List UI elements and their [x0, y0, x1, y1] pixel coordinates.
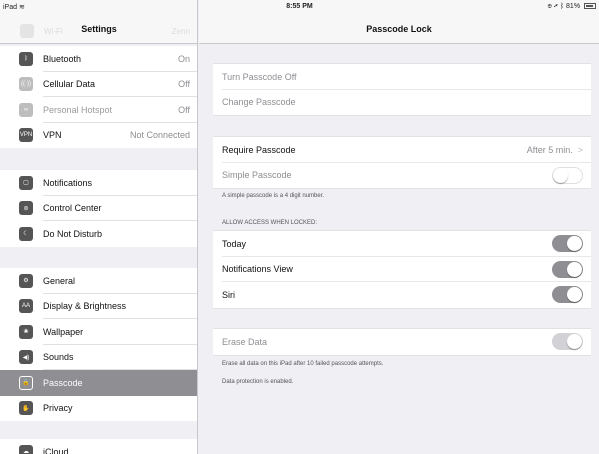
sidebar-group-notifications: ▢ Notifications ⊜ Control Center ☾ Do Not Dis… [0, 170, 197, 247]
turn-passcode-off-row[interactable]: Turn Passcode Off [213, 64, 591, 90]
sidebar-item-icloud[interactable]: ☁ iCloud [0, 439, 197, 454]
gear-icon: ⚙ [19, 273, 33, 288]
status-bar: iPad ≋ 8:55 PM ⊕ ➚ ᛒ 81% [0, 0, 599, 14]
erase-data-group: Erase Data [213, 328, 591, 356]
sidebar-item-label: Do Not Disturb [43, 228, 103, 239]
sidebar-item-general[interactable]: ⚙ General [0, 268, 197, 294]
cellular-icon: ((·)) [19, 77, 33, 92]
change-passcode-row[interactable]: Change Passcode [213, 90, 591, 116]
moon-icon: ☾ [19, 226, 33, 241]
sidebar-group-general: ⚙ General AA Display & Brightness ❀ Wallpaper… [0, 268, 197, 422]
turn-passcode-off-label: Turn Passcode Off [222, 71, 297, 82]
passcode-actions-group: Turn Passcode Off Change Passcode [213, 63, 591, 116]
require-passcode-label: Require Passcode [222, 144, 296, 155]
siri-row: Siri [213, 282, 591, 308]
sidebar-item-sounds[interactable]: ◀) Sounds [0, 345, 197, 371]
sidebar-item-label: Personal Hotspot [43, 104, 113, 115]
require-passcode-value: After 5 min. [526, 144, 573, 155]
simple-passcode-label: Simple Passcode [222, 170, 292, 181]
sidebar-item-label: Passcode [43, 377, 83, 388]
chevron-right-icon: > [577, 144, 583, 155]
bluetooth-status-icon: ᛒ [559, 3, 565, 10]
sidebar-item-label: Sounds [43, 352, 74, 363]
erase-data-row: Erase Data [213, 329, 591, 355]
sidebar-item-value: On [177, 53, 190, 64]
location-icon: ➚ [553, 3, 558, 10]
sidebar-group-accounts: ☁ iCloud [0, 439, 197, 454]
notifications-icon: ▢ [19, 175, 33, 190]
control-center-icon: ⊜ [19, 201, 33, 216]
sidebar-item-value: Not Connected [129, 130, 190, 141]
bluetooth-icon: ᛒ [19, 51, 33, 66]
sidebar-item-do-not-disturb[interactable]: ☾ Do Not Disturb [0, 221, 197, 247]
siri-label: Siri [222, 289, 235, 300]
cloud-icon: ☁ [19, 444, 33, 454]
require-passcode-group: Require Passcode After 5 min. > Simple P… [213, 136, 591, 189]
today-row: Today [213, 231, 591, 257]
require-passcode-row[interactable]: Require Passcode After 5 min. > [213, 137, 591, 163]
sidebar-item-vpn[interactable]: VPN VPN Not Connected [0, 123, 197, 149]
status-right: ⊕ ➚ ᛒ 81% [548, 3, 596, 10]
lock-icon: 🔒 [19, 375, 33, 390]
sidebar-item-value: Off [178, 104, 190, 115]
sidebar-item-privacy[interactable]: ✋ Privacy [0, 396, 197, 422]
sidebar-item-bluetooth[interactable]: ᛒ Bluetooth On [0, 46, 197, 72]
sidebar-item-label: Notifications [43, 177, 93, 188]
sidebar-item-label: Control Center [43, 203, 102, 214]
simple-passcode-toggle[interactable] [552, 166, 583, 184]
sidebar-item-label: Privacy [43, 403, 73, 414]
sidebar-item-wallpaper[interactable]: ❀ Wallpaper [0, 319, 197, 345]
data-protection-note: Data protection is enabled. [222, 379, 294, 385]
sidebar-item-control-center[interactable]: ⊜ Control Center [0, 196, 197, 222]
today-label: Today [222, 238, 247, 249]
page-title: Passcode Lock [366, 24, 432, 34]
sidebar-item-label: VPN [43, 130, 62, 141]
erase-data-toggle[interactable] [552, 333, 583, 351]
hotspot-icon: ∞ [19, 102, 33, 117]
allow-access-group: Today Notifications View Siri [213, 230, 591, 309]
sidebar-title: Settings [81, 24, 117, 34]
sidebar-item-passcode[interactable]: 🔒 Passcode [0, 370, 197, 396]
today-toggle[interactable] [552, 235, 583, 253]
sidebar-item-label: Bluetooth [43, 53, 82, 64]
vpn-icon: VPN [19, 128, 33, 143]
sidebar-item-label: Wallpaper [43, 326, 84, 337]
siri-toggle[interactable] [552, 286, 583, 304]
status-time: 8:55 PM [286, 3, 313, 10]
sidebar-item-personal-hotspot[interactable]: ∞ Personal Hotspot Off [0, 97, 197, 123]
erase-data-note: Erase all data on this iPad after 10 fai… [222, 361, 384, 367]
speaker-icon: ◀) [19, 350, 33, 365]
change-passcode-label: Change Passcode [222, 97, 296, 108]
passcode-lock-panel: Passcode Lock Turn Passcode Off Change P… [199, 0, 599, 454]
notifications-view-toggle[interactable] [552, 260, 583, 278]
orientation-lock-icon: ⊕ [547, 3, 552, 10]
battery-percent: 81% [566, 3, 581, 10]
sidebar-item-value: Off [178, 79, 190, 90]
settings-sidebar: Wi-Fi Zenn Settings ᛒ Bluetooth On ((·)) Cel… [0, 0, 198, 454]
sidebar-item-label: General [43, 275, 76, 286]
sidebar-item-label: Cellular Data [43, 79, 96, 90]
allow-access-header: ALLOW ACCESS WHEN LOCKED: [222, 220, 318, 226]
sidebar-item-notifications[interactable]: ▢ Notifications [0, 170, 197, 196]
sidebar-item-label: Display & Brightness [43, 301, 127, 312]
notifications-view-row: Notifications View [213, 257, 591, 283]
notifications-view-label: Notifications View [222, 264, 293, 275]
sidebar-group-connectivity: ᛒ Bluetooth On ((·)) Cellular Data Off ∞ Person… [0, 46, 197, 149]
display-icon: AA [19, 299, 33, 314]
sidebar-item-display-brightness[interactable]: AA Display & Brightness [0, 294, 197, 320]
simple-passcode-row: Simple Passcode [213, 163, 591, 189]
sidebar-item-cellular-data[interactable]: ((·)) Cellular Data Off [0, 72, 197, 98]
simple-passcode-note: A simple passcode is a 4 digit number. [222, 193, 325, 199]
erase-data-label: Erase Data [222, 336, 268, 347]
hand-icon: ✋ [19, 401, 33, 416]
battery-icon [584, 3, 596, 9]
sidebar-item-label: iCloud [43, 446, 69, 454]
wallpaper-icon: ❀ [19, 324, 33, 339]
